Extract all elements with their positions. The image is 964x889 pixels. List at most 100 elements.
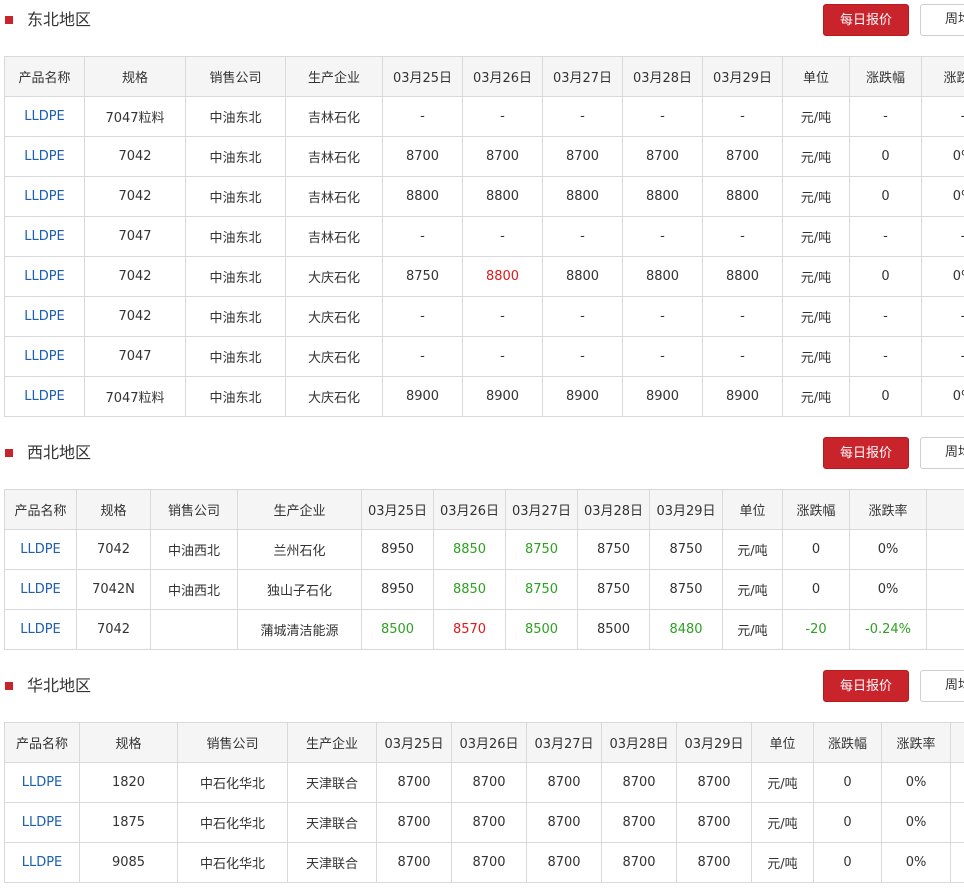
table-cell: 中油东北 — [185, 336, 286, 377]
column-header: 涨跌率 — [881, 722, 951, 763]
table-cell-overflow — [950, 842, 964, 883]
table-cell: 1820 — [79, 762, 178, 803]
column-header: 03月26日 — [433, 489, 506, 530]
product-link[interactable]: LLDPE — [22, 855, 63, 870]
table-cell: ( — [926, 569, 964, 610]
table-cell: - — [462, 296, 543, 337]
product-link[interactable]: LLDPE — [24, 189, 65, 204]
product-link[interactable]: LLDPE — [24, 269, 65, 284]
product-link[interactable]: LLDPE — [20, 622, 61, 637]
column-header: 单位 — [751, 722, 814, 763]
table-header-row: 产品名称 规格 销售公司 生产企业 03月25日 03月26日 03月27日 03月28日 03… — [4, 489, 964, 530]
table-header-row: 产品名称 规格 销售公司 生产企业 03月25日 03月26日 03月27日 03月28日 03… — [4, 56, 964, 97]
table-cell: 中石化华北 — [177, 842, 288, 883]
table-row: LLDPE 7042 中油东北 吉林石化 8700 8700 8700 8700 8700 元/吨… — [4, 136, 964, 177]
section-marker — [5, 682, 13, 690]
column-header: 生产企业 — [237, 489, 362, 530]
daily-quote-button[interactable]: 每日报价 — [823, 670, 909, 702]
table-cell: 8750 — [505, 569, 578, 610]
section-title: 华北地区 — [27, 676, 92, 695]
product-link[interactable]: LLDPE — [24, 309, 65, 324]
table-cell: 8700 — [601, 802, 677, 843]
weekly-average-button[interactable]: 周均 — [920, 670, 964, 702]
weekly-average-button[interactable]: 周均 — [920, 4, 964, 36]
daily-quote-button[interactable]: 每日报价 — [823, 4, 909, 36]
table-cell: 中油东北 — [185, 216, 286, 257]
column-header: 涨跌率 — [849, 489, 927, 530]
table-cell: 中油东北 — [185, 96, 286, 137]
table-cell: 元/吨 — [722, 609, 783, 650]
table-cell: - — [462, 336, 543, 377]
product-link[interactable]: LLDPE — [22, 815, 63, 830]
table-cell: -20 — [782, 609, 850, 650]
table-cell: 中石化华北 — [177, 762, 288, 803]
daily-quote-button[interactable]: 每日报价 — [823, 437, 909, 469]
table-cell: - — [542, 336, 623, 377]
table-cell: 中油东北 — [185, 256, 286, 297]
table-cell: 8900 — [702, 376, 783, 417]
product-link[interactable]: LLDPE — [20, 582, 61, 597]
table-cell: 大庆石化 — [285, 336, 383, 377]
column-header: 03月27日 — [505, 489, 578, 530]
table-cell: - — [382, 336, 463, 377]
table-cell — [926, 609, 964, 650]
column-header: 03月25日 — [376, 722, 452, 763]
table-cell: 8950 — [361, 529, 434, 570]
product-link[interactable]: LLDPE — [24, 109, 65, 124]
table-cell: 元/吨 — [751, 762, 814, 803]
column-header: 03月25日 — [361, 489, 434, 530]
table-cell-overflow — [950, 802, 964, 843]
product-name-cell: LLDPE — [4, 256, 85, 297]
column-header: 生产企业 — [287, 722, 377, 763]
table-cell: 0 — [813, 842, 882, 883]
table-cell: 元/吨 — [722, 569, 783, 610]
product-name-cell: LLDPE — [4, 96, 85, 137]
table-cell: 元/吨 — [751, 802, 814, 843]
column-header: 单位 — [782, 56, 850, 97]
table-cell: 独山子石化 — [237, 569, 362, 610]
table-header-row: 产品名称 规格 销售公司 生产企业 03月25日 03月26日 03月27日 03月28日 03… — [4, 722, 964, 763]
product-name-cell: LLDPE — [4, 762, 80, 803]
table-cell: 8700 — [376, 762, 452, 803]
table-cell: - — [921, 216, 964, 257]
table-cell: 元/吨 — [782, 296, 850, 337]
table-cell: 吉林石化 — [285, 96, 383, 137]
table-cell: 元/吨 — [782, 336, 850, 377]
column-header: 03月27日 — [542, 56, 623, 97]
product-link[interactable]: LLDPE — [22, 775, 63, 790]
table-row: LLDPE 7047粒料 中油东北 大庆石化 8900 8900 8900 8900 8900 元… — [4, 376, 964, 417]
product-link[interactable]: LLDPE — [24, 149, 65, 164]
table-cell: -0.24% — [849, 609, 927, 650]
product-link[interactable]: LLDPE — [20, 542, 61, 557]
table-cell: 8800 — [542, 256, 623, 297]
table-cell: 7047粒料 — [84, 96, 186, 137]
section-marker — [5, 449, 13, 457]
table-cell: 7042 — [76, 529, 151, 570]
table-cell: 0 — [849, 136, 922, 177]
table-cell: 8700 — [676, 842, 752, 883]
table-row: LLDPE 7042 中油东北 大庆石化 8750 8800 8800 8800 8800 元/吨… — [4, 256, 964, 297]
table-cell: 0% — [921, 176, 964, 217]
table-cell: - — [462, 96, 543, 137]
weekly-average-button[interactable]: 周均 — [920, 437, 964, 469]
product-link[interactable]: LLDPE — [24, 349, 65, 364]
table-cell: 8570 — [433, 609, 506, 650]
table-cell: 8750 — [382, 256, 463, 297]
table-cell: 8700 — [601, 762, 677, 803]
price-table: 产品名称 规格 销售公司 生产企业 03月25日 03月26日 03月27日 03月28日 03… — [4, 489, 964, 650]
table-cell: 8700 — [526, 762, 602, 803]
column-header: 03月29日 — [676, 722, 752, 763]
section-header: 华北地区 每日报价 周均 — [0, 666, 964, 706]
section-title: 东北地区 — [27, 10, 92, 29]
product-name-cell: LLDPE — [4, 609, 77, 650]
table-cell: 元/吨 — [782, 376, 850, 417]
table-cell: 0% — [849, 569, 927, 610]
product-link[interactable]: LLDPE — [24, 229, 65, 244]
table-cell: - — [849, 96, 922, 137]
column-header: 涨跌幅 — [813, 722, 882, 763]
table-cell: 8700 — [376, 842, 452, 883]
table-cell: 元/吨 — [782, 96, 850, 137]
table-cell: 0 — [849, 256, 922, 297]
product-link[interactable]: LLDPE — [24, 389, 65, 404]
table-cell: - — [849, 216, 922, 257]
